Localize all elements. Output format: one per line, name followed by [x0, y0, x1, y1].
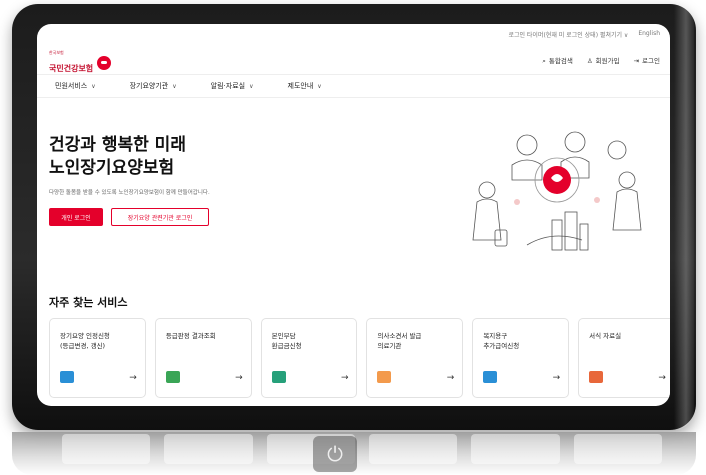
reflection-card [573, 434, 662, 464]
screen: 로그인 타이머(현재 미 로그인 상태) 펼쳐기기 ∨ English 한국보험… [37, 24, 670, 406]
card-label: 서식 자료실 [589, 332, 622, 340]
hero-illustration [472, 131, 642, 251]
reflection-card [164, 434, 253, 464]
document-check-icon [60, 371, 74, 383]
main-nav: 민원서비스 ∨ 장기요양기관 ∨ 알림·자료실 ∨ 제도안내 ∨ [37, 74, 670, 98]
user-add-icon: ♙ [586, 57, 593, 65]
nav-item-notice[interactable]: 알림·자료실 ∨ [211, 81, 254, 91]
util-search[interactable]: ⌕ 통합검색 [542, 55, 573, 66]
chevron-down-icon: ∨ [172, 83, 177, 90]
reflection-card [62, 434, 151, 464]
arrow-right-icon: → [340, 373, 349, 383]
reflection-cards [62, 434, 662, 464]
arrow-right-icon: → [235, 373, 243, 383]
login-icon: ⇥ [633, 57, 640, 65]
service-card-medical[interactable]: 의사소견서 발급 의료기관 → [366, 318, 464, 398]
language-link[interactable]: English [638, 30, 660, 39]
logo-main-text: 국민건강보험 [49, 64, 94, 73]
services-title: 자주 찾는 서비스 [49, 296, 128, 309]
service-card-application[interactable]: 장기요양 인정신청 (등급변경, 갱신) → [49, 318, 146, 398]
arrow-right-icon: → [658, 373, 666, 383]
chevron-down-icon: ∨ [91, 83, 96, 90]
login-timer[interactable]: 로그인 타이머(현재 미 로그인 상태) 펼쳐기기 ∨ [508, 30, 628, 39]
institution-login-button[interactable]: 장기요양 관련기관 로그인 [111, 208, 209, 226]
chevron-down-icon: ∨ [249, 83, 254, 90]
util-links: ⌕ 통합검색 ♙ 회원가입 ⇥ 로그인 [542, 55, 660, 66]
service-card-refund[interactable]: 본인부담 환급금신청 → [260, 318, 358, 398]
util-search-label: 통합검색 [548, 57, 573, 65]
card-label: 장기요양 인정신청 (등급변경, 갱신) [60, 332, 110, 350]
power-icon: ⏻ [313, 436, 357, 472]
nav-item-system-guide[interactable]: 제도안내 ∨ [288, 81, 322, 91]
nav-label: 알림·자료실 [210, 82, 246, 90]
card-label: 복지용구 추가급여신청 [483, 332, 520, 350]
money-icon [271, 371, 286, 383]
arrow-right-icon: → [129, 373, 137, 383]
card-label: 본인부담 환급금신청 [271, 332, 302, 350]
nav-item-civil-service[interactable]: 민원서비스 ∨ [55, 81, 96, 91]
arrow-right-icon: → [552, 373, 561, 383]
card-label: 의사소견서 발급 의료기관 [377, 332, 422, 350]
service-card-forms[interactable]: 서식 자료실 → [578, 318, 670, 398]
logo-small-text: 한국보험 [49, 50, 64, 55]
reflection-card [471, 434, 560, 464]
hero-title-line2: 노인장기요양보험 [49, 158, 175, 178]
hero-subtitle: 다양한 돌봄을 받을 수 있도록 노인장기요양보험이 함께 만들어갑니다. [49, 190, 210, 196]
logo-heart-icon [97, 55, 112, 70]
service-card-grade-result[interactable]: 등급판정 결과조회 → [154, 318, 252, 398]
util-signup[interactable]: ♙ 회원가입 [587, 55, 620, 66]
site-logo[interactable]: 한국보험 국민건강보험 [49, 50, 112, 75]
personal-login-button[interactable]: 개인 로그인 [49, 208, 103, 226]
service-cards: 장기요양 인정신청 (등급변경, 갱신) → 등급판정 결과조회 → 본인부담 … [49, 318, 670, 398]
util-login[interactable]: ⇥ 로그인 [634, 55, 660, 66]
hospital-icon [377, 371, 392, 383]
arrow-right-icon: → [446, 373, 455, 383]
form-icon [589, 371, 604, 383]
tablet-glare [674, 4, 694, 430]
nav-item-institutions[interactable]: 장기요양기관 ∨ [130, 81, 177, 91]
chevron-down-icon: ∨ [317, 83, 322, 90]
card-label: 등급판정 결과조회 [165, 332, 216, 340]
bed-icon [483, 371, 498, 383]
clipboard-icon [165, 371, 180, 383]
hero-title: 건강과 행복한 미래 노인장기요양보험 [49, 134, 186, 180]
top-utility-bar: 로그인 타이머(현재 미 로그인 상태) 펼쳐기기 ∨ English [508, 30, 660, 39]
hero-title-line1: 건강과 행복한 미래 [49, 135, 186, 155]
nav-label: 제도안내 [287, 82, 314, 90]
nav-label: 장기요양기관 [129, 82, 169, 90]
reflection-card [368, 434, 458, 464]
search-icon: ⌕ [542, 57, 546, 65]
util-login-label: 로그인 [642, 57, 660, 65]
util-signup-label: 회원가입 [595, 57, 620, 65]
nav-label: 민원서비스 [55, 82, 88, 90]
service-card-welfare[interactable]: 복지용구 추가급여신청 → [472, 318, 570, 398]
